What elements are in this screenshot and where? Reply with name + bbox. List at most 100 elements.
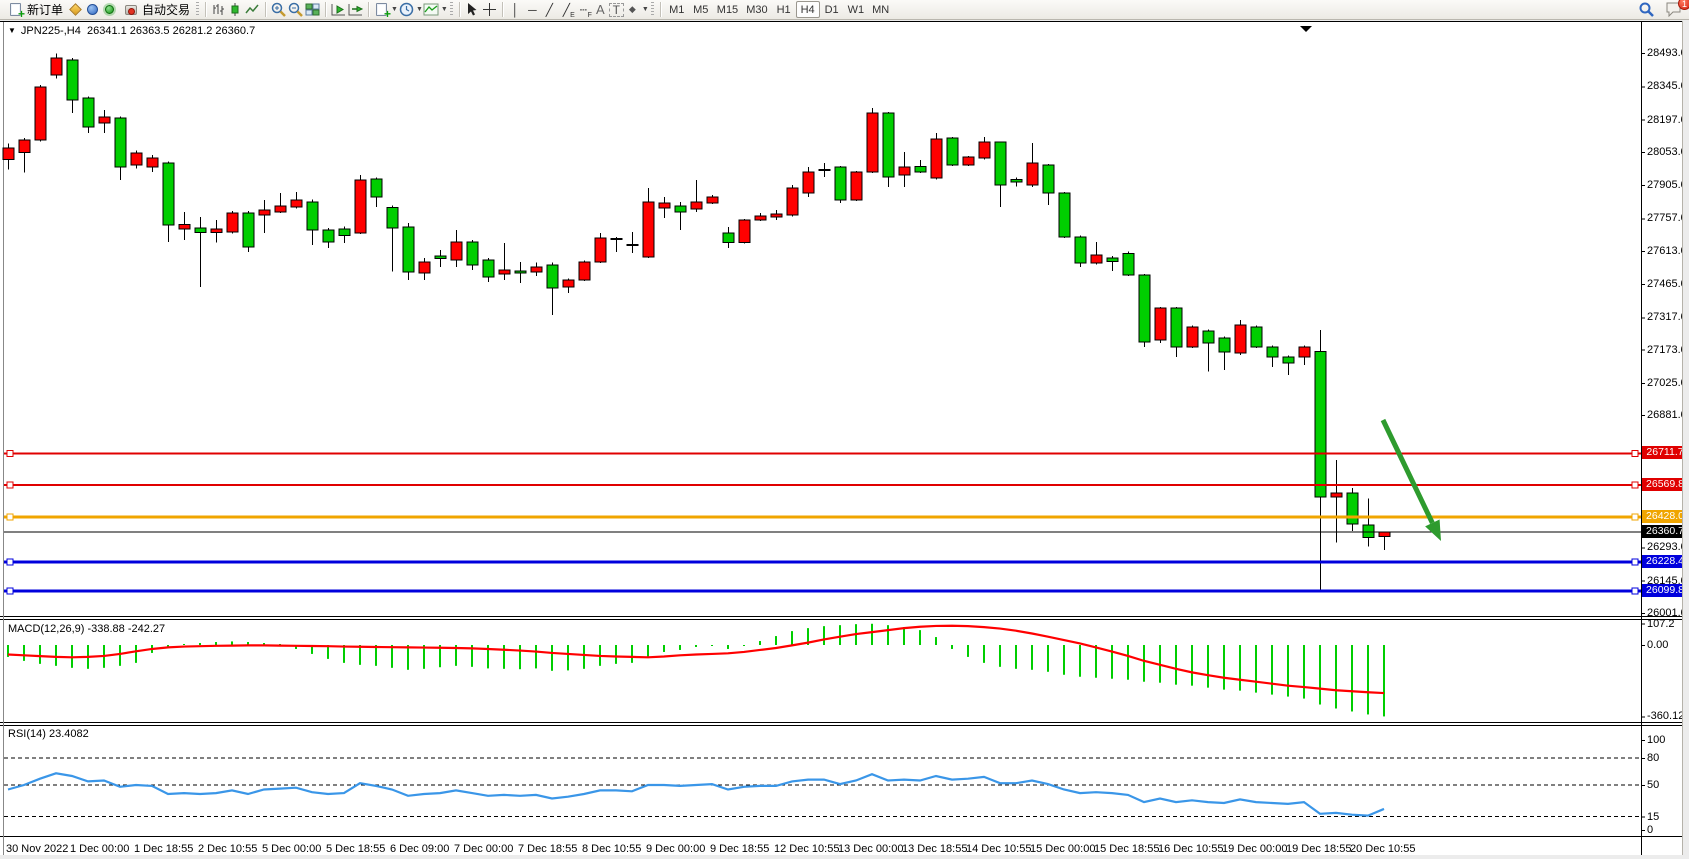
price-axis-label: 27613.0 — [1647, 245, 1687, 257]
bar-chart-icon[interactable] — [210, 2, 227, 18]
vertical-line-icon[interactable]: │ — [507, 2, 524, 18]
price-axis-label: 27173.0 — [1647, 344, 1687, 356]
shapes-caret-icon[interactable]: ▼ — [642, 6, 649, 13]
window-right-edge — [1682, 21, 1689, 859]
rsi-axis-label: 50 — [1647, 779, 1659, 791]
horizontal-line-icon[interactable]: ─ — [524, 2, 541, 18]
time-axis-label: 20 Dec 10:55 — [1350, 843, 1415, 855]
metaeditor-icon[interactable] — [67, 2, 84, 18]
time-axis-label: 9 Dec 00:00 — [646, 843, 705, 855]
chat-icon[interactable]: 1 — [1663, 1, 1685, 17]
rsi-label: RSI(14) 23.4082 — [8, 728, 89, 740]
auto-scroll-icon[interactable] — [330, 2, 347, 18]
horizontal-line-26099.8[interactable] — [4, 588, 1641, 594]
time-axis-label: 1 Dec 00:00 — [70, 843, 129, 855]
chart-window[interactable]: ▼ JPN225-,H4 26341.1 26363.5 26281.2 2636… — [0, 21, 1689, 859]
tile-windows-icon[interactable] — [304, 2, 321, 18]
trendline-icon[interactable]: ╱ — [541, 2, 558, 18]
price-axis-label: 28053.0 — [1647, 146, 1687, 158]
zoom-in-icon[interactable] — [270, 2, 287, 18]
time-axis-label: 6 Dec 09:00 — [390, 843, 449, 855]
new-order-button[interactable]: + 新订单 — [3, 1, 67, 19]
time-axis-label: 16 Dec 10:55 — [1158, 843, 1223, 855]
price-axis-label: 27905.0 — [1647, 179, 1687, 191]
drawn-arrow[interactable] — [1383, 420, 1441, 541]
horizontal-line-26569.8[interactable] — [4, 482, 1641, 488]
new-order-label: 新订单 — [27, 1, 63, 18]
macd-axis-label: 0.00 — [1647, 639, 1668, 651]
chart-symbol-period: JPN225-,H4 — [21, 25, 81, 37]
timeframe-button-mn[interactable]: MN — [868, 1, 893, 18]
auto-trading-label: 自动交易 — [142, 1, 190, 18]
text-label-icon[interactable]: T — [609, 3, 624, 17]
timeframe-button-h1[interactable]: H1 — [772, 1, 796, 18]
fibonacci-icon[interactable]: ┄ F — [575, 2, 592, 18]
indicators-caret-icon[interactable]: ▼ — [441, 6, 448, 13]
candles — [3, 54, 1390, 592]
notification-badge: 1 — [1678, 0, 1689, 10]
price-axis-label: 27465.0 — [1647, 278, 1687, 290]
price-axis-label: 27317.0 — [1647, 311, 1687, 323]
rsi-axis-label: 100 — [1647, 734, 1665, 746]
time-axis-label: 13 Dec 18:55 — [902, 843, 967, 855]
toolbar: + 新订单 自动交易 — [0, 0, 1689, 20]
macd-axis-label: 107.2 — [1647, 618, 1675, 630]
crosshair-icon[interactable] — [481, 2, 498, 18]
price-axis-label: 28197.0 — [1647, 114, 1687, 126]
time-axis-label: 2 Dec 10:55 — [198, 843, 257, 855]
timeframe-button-m5[interactable]: M5 — [689, 1, 713, 18]
time-axis-label: 12 Dec 10:55 — [774, 843, 839, 855]
time-axis-label: 5 Dec 18:55 — [326, 843, 385, 855]
time-axis-label: 1 Dec 18:55 — [134, 843, 193, 855]
timeframe-button-h4[interactable]: H4 — [796, 1, 820, 18]
shapes-dropdown-icon[interactable]: ◆ — [624, 2, 641, 18]
time-axis-label: 15 Dec 18:55 — [1094, 843, 1159, 855]
price-axis-label: 28345.0 — [1647, 80, 1687, 92]
autotrading-icon — [122, 2, 139, 18]
price-axis-label: 28493.0 — [1647, 47, 1687, 59]
new-order-icon: + — [7, 2, 24, 18]
window-bottom-edge — [0, 855, 1689, 859]
signals-icon[interactable] — [101, 2, 118, 18]
timeframe-button-m15[interactable]: M15 — [713, 1, 742, 18]
timeframe-button-m30[interactable]: M30 — [742, 1, 771, 18]
one-click-collapse-icon[interactable]: ▼ — [8, 26, 16, 35]
macd-indicator — [7, 624, 1385, 717]
price-axis-label: 26881.0 — [1647, 409, 1687, 421]
price-axis-label: 27757.0 — [1647, 212, 1687, 224]
time-axis-label: 19 Dec 00:00 — [1222, 843, 1287, 855]
timeframe-toolbar: M1M5M15M30H1H4D1W1MN — [665, 1, 893, 18]
text-tool-icon[interactable]: A — [592, 2, 609, 18]
community-icon[interactable] — [84, 2, 101, 18]
new-chart-dropdown[interactable]: + — [373, 2, 390, 18]
equidistant-channel-icon[interactable]: ╱ E — [558, 2, 575, 18]
cursor-icon[interactable] — [464, 2, 481, 18]
search-icon[interactable] — [1638, 1, 1655, 17]
indicators-dropdown[interactable] — [423, 2, 440, 18]
rsi-axis-label: 80 — [1647, 752, 1659, 764]
chart-shift-marker-icon — [1300, 26, 1312, 32]
chart-canvas[interactable] — [0, 21, 1689, 859]
line-chart-icon[interactable] — [244, 2, 261, 18]
auto-trading-button[interactable]: 自动交易 — [118, 1, 194, 19]
timeframe-button-m1[interactable]: M1 — [665, 1, 689, 18]
zoom-out-icon[interactable] — [287, 2, 304, 18]
horizontal-line-26228.4[interactable] — [4, 559, 1641, 565]
price-axis-label: 26293.0 — [1647, 541, 1687, 553]
chart-ohlc-values: 26341.1 26363.5 26281.2 26360.7 — [87, 25, 255, 37]
new-chart-caret-icon[interactable]: ▼ — [391, 6, 398, 13]
profiles-caret-icon[interactable]: ▼ — [416, 6, 423, 13]
rsi-indicator — [4, 758, 1641, 817]
timeframe-button-w1[interactable]: W1 — [844, 1, 869, 18]
chart-shift-icon[interactable] — [347, 2, 364, 18]
horizontal-line-26428[interactable] — [4, 514, 1641, 520]
time-axis-label: 19 Dec 18:55 — [1286, 843, 1351, 855]
rsi-axis-label: 0 — [1647, 824, 1653, 836]
timeframe-button-d1[interactable]: D1 — [820, 1, 844, 18]
rsi-axis-label: 15 — [1647, 811, 1659, 823]
time-axis-label: 7 Dec 00:00 — [454, 843, 513, 855]
profiles-dropdown[interactable] — [398, 2, 415, 18]
candlestick-icon[interactable] — [227, 2, 244, 18]
time-axis-label: 14 Dec 10:55 — [966, 843, 1031, 855]
macd-axis-label: -360.12 — [1647, 710, 1684, 722]
